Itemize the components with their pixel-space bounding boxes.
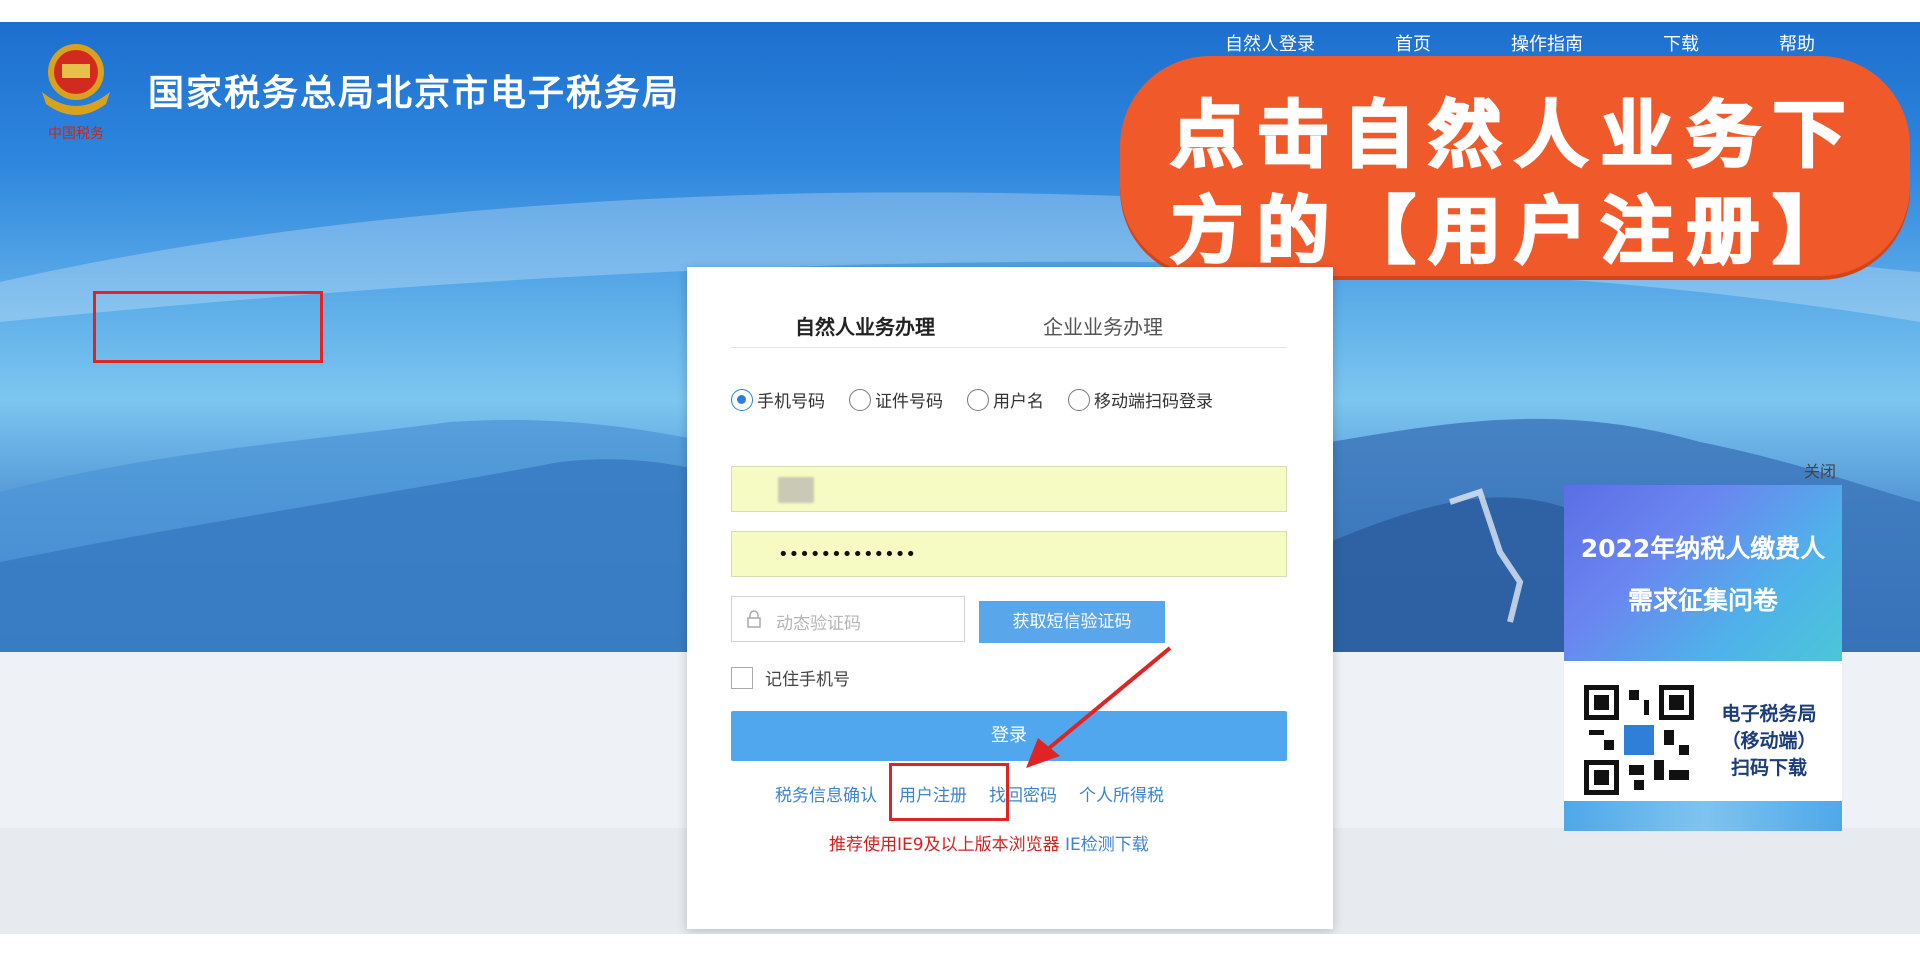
page: 中国税务 国家税务总局北京市电子税务局 自然人登录 首页 操作指南 下载 帮助 … (0, 22, 1920, 934)
top-link-help[interactable]: 帮助 (1779, 30, 1815, 56)
redacted-phone-value (778, 477, 814, 503)
remember-checkbox[interactable] (731, 666, 753, 689)
ie-check-download-link[interactable]: IE检测下载 (1065, 835, 1149, 855)
callout-line-2: 方的【用户注册】 (1169, 188, 1859, 275)
password-value: ••••••••••••• (778, 544, 917, 565)
tab-enterprise[interactable]: 企业业务办理 (1043, 311, 1163, 340)
phone-input[interactable] (731, 466, 1287, 512)
callout-line-1: 点击自然人业务下 (1169, 92, 1859, 179)
verification-code-input[interactable]: 动态验证码 (731, 596, 965, 642)
login-card: 自然人业务办理 企业业务办理 手机号码 证件号码 用户名 移动端扫码登录 •••… (687, 267, 1333, 929)
top-link-download[interactable]: 下载 (1663, 30, 1699, 56)
radio-id-number[interactable]: 证件号码 (849, 387, 943, 412)
top-link-home[interactable]: 首页 (1395, 30, 1431, 56)
login-tabs: 自然人业务办理 企业业务办理 (731, 297, 1287, 348)
radio-phone[interactable]: 手机号码 (731, 387, 825, 412)
ad-title-line-1: 2022年纳税人缴费人 (1580, 534, 1826, 563)
pointer-arrow-icon (1026, 646, 1172, 768)
top-link-natural-login[interactable]: 自然人登录 (1225, 30, 1315, 56)
login-button[interactable]: 登录 (731, 711, 1287, 761)
instruction-callout: 点击自然人业务下 方的【用户注册】 (1120, 56, 1910, 276)
code-placeholder: 动态验证码 (776, 614, 861, 634)
ad-banner: 2022年纳税人缴费人 需求征集问卷 (1564, 485, 1842, 661)
tab-natural-person[interactable]: 自然人业务办理 (795, 311, 935, 340)
ad-bottom-wave (1564, 801, 1842, 831)
radio-scan-label: 移动端扫码登录 (1094, 392, 1213, 412)
qr-code-icon (1584, 685, 1694, 795)
radio-unselected-icon (967, 388, 989, 411)
password-input[interactable]: ••••••••••••• (731, 531, 1287, 577)
ad-download-line-2: （移动端） (1721, 730, 1817, 752)
top-link-guide[interactable]: 操作指南 (1511, 30, 1583, 56)
browser-recommendation: 推荐使用IE9及以上版本浏览器 (829, 835, 1060, 855)
ad-download-line-1: 电子税务局 (1721, 703, 1817, 725)
link-tax-info-confirm[interactable]: 税务信息确认 (775, 781, 877, 806)
login-method-group: 手机号码 证件号码 用户名 移动端扫码登录 (731, 387, 1213, 412)
remember-phone[interactable]: 记住手机号 (731, 665, 850, 690)
radio-selected-icon (731, 388, 753, 411)
radio-phone-label: 手机号码 (757, 392, 825, 412)
get-sms-code-button[interactable]: 获取短信验证码 (979, 601, 1165, 643)
radio-unselected-icon (1068, 388, 1090, 411)
tax-emblem-icon: 中国税务 (42, 44, 110, 142)
site-title: 国家税务总局北京市电子税务局 (148, 73, 681, 114)
emblem-caption: 中国税务 (48, 126, 104, 142)
radio-unselected-icon (849, 388, 871, 411)
radio-mobile-scan[interactable]: 移动端扫码登录 (1068, 387, 1213, 412)
remember-label: 记住手机号 (765, 670, 850, 690)
lock-icon (747, 610, 761, 628)
link-individual-income-tax[interactable]: 个人所得税 (1079, 781, 1164, 806)
ad-close-link[interactable]: 关闭 (1804, 458, 1836, 482)
ad-download-text: 电子税务局 （移动端） 扫码下载 (1704, 701, 1834, 782)
ad-title-line-2: 需求征集问卷 (1627, 586, 1778, 615)
radio-username[interactable]: 用户名 (967, 387, 1044, 412)
radio-id-label: 证件号码 (875, 392, 943, 412)
top-nav: 自然人登录 首页 操作指南 下载 帮助 (1225, 30, 1815, 56)
browser-tip: 推荐使用IE9及以上版本浏览器 IE检测下载 (829, 830, 1149, 855)
highlight-box-natural-tab (93, 291, 323, 363)
survey-ad[interactable]: 2022年纳税人缴费人 需求征集问卷 电子税务局 （移动端） 扫码下载 (1564, 485, 1842, 831)
radio-username-label: 用户名 (993, 392, 1044, 412)
ad-download-line-3: 扫码下载 (1730, 757, 1807, 779)
highlight-box-register-link (889, 763, 1009, 821)
